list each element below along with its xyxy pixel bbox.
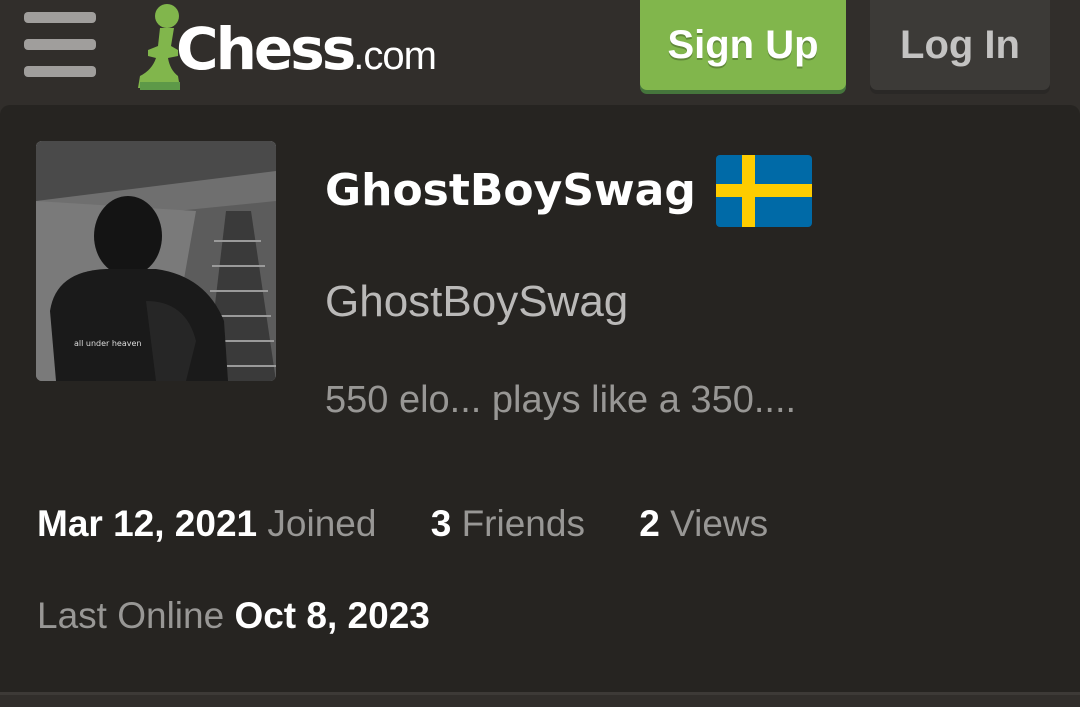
last-online-label: Last Online (37, 595, 225, 636)
log-in-button[interactable]: Log In (870, 0, 1050, 90)
chess-com-logo[interactable]: Chess.com (134, 2, 474, 94)
sweden-flag-icon[interactable] (716, 155, 812, 227)
top-bar: Chess.com Sign Up Log In (0, 0, 1080, 100)
profile-display-name: GhostBoySwag (325, 277, 629, 326)
joined-label: Joined (267, 503, 377, 544)
sign-up-button[interactable]: Sign Up (640, 0, 846, 90)
profile-bio: 550 elo... plays like a 350.... (325, 379, 797, 421)
divider (0, 692, 1080, 695)
views-label: Views (670, 503, 769, 544)
last-online-date: Oct 8, 2023 (234, 595, 430, 636)
hamburger-menu-icon[interactable] (24, 12, 96, 78)
views-stat: 2 Views (639, 503, 768, 545)
avatar-caption: all under heaven (74, 339, 141, 348)
last-online: Last Online Oct 8, 2023 (37, 595, 430, 637)
logo-text: Chess.com (176, 15, 437, 83)
profile-username: GhostBoySwag (325, 165, 696, 216)
profile-stats: Mar 12, 2021 Joined 3 Friends 2 Views (37, 503, 812, 545)
profile-card: all under heaven GhostBoySwag GhostBoySw… (0, 105, 1080, 693)
friends-stat[interactable]: 3 Friends (431, 503, 585, 545)
avatar[interactable]: all under heaven (36, 141, 276, 381)
joined-date: Mar 12, 2021 (37, 503, 258, 544)
friends-count: 3 (430, 503, 452, 544)
views-count: 2 (639, 503, 660, 544)
friends-label: Friends (461, 503, 585, 544)
joined-stat: Mar 12, 2021 Joined (37, 503, 376, 545)
